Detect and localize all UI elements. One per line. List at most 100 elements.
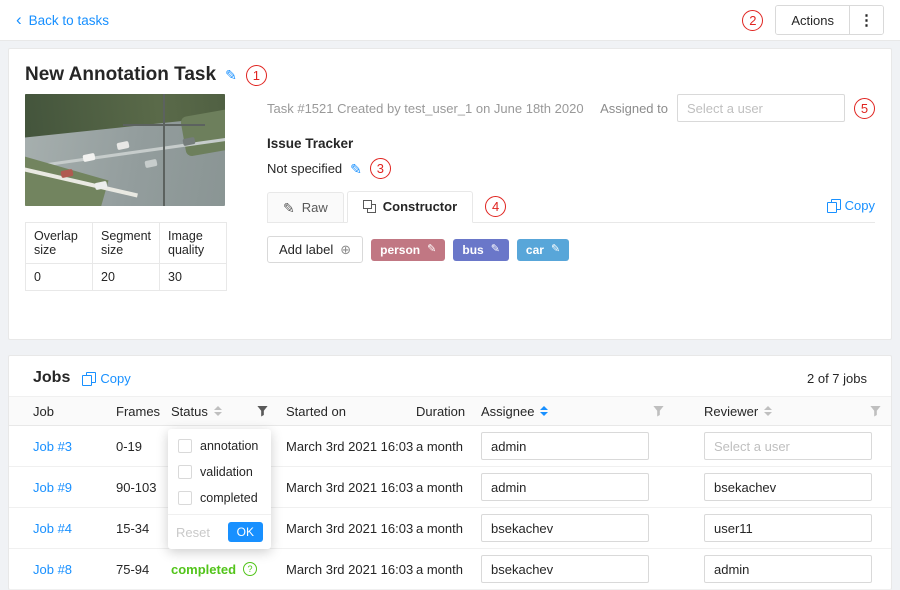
label-chip-car[interactable]: car ✎: [517, 239, 569, 261]
job-started: March 3rd 2021 16:03: [286, 480, 416, 495]
checkbox-icon[interactable]: [178, 491, 192, 505]
filter-option-annotation[interactable]: annotation: [168, 433, 271, 459]
checkbox-icon[interactable]: [178, 439, 192, 453]
task-details-body: Overlap size Segment size Image quality …: [9, 94, 891, 291]
jobs-table-header: Job Frames Status Started on Duration As…: [9, 396, 891, 426]
back-to-tasks-link[interactable]: ‹ Back to tasks: [16, 12, 109, 29]
filter-funnel-icon-status[interactable]: [257, 406, 268, 417]
col-header-assignee-label: Assignee: [481, 404, 534, 419]
sort-icon: [214, 406, 222, 416]
topbar: ‹ Back to tasks 2 Actions ⋮: [0, 0, 900, 41]
col-header-assignee[interactable]: Assignee: [481, 404, 704, 419]
labels-tabbar: ✎ Raw Constructor 4 Copy: [267, 191, 875, 223]
edit-label-icon[interactable]: ✎: [427, 244, 436, 255]
task-right-column: Task #1521 Created by test_user_1 on Jun…: [267, 94, 875, 291]
filter-reset-button[interactable]: Reset: [176, 525, 210, 540]
sort-icon: [764, 406, 772, 416]
preview-car: [144, 159, 157, 168]
task-title-row: New Annotation Task ✎ 1: [9, 49, 891, 94]
vertical-ellipsis-icon: ⋮: [859, 13, 874, 28]
tab-raw[interactable]: ✎ Raw: [267, 192, 344, 222]
edit-label-icon[interactable]: ✎: [551, 244, 560, 255]
labels-editor: ✎ Raw Constructor 4 Copy Add lab: [267, 191, 875, 263]
job-frames: 15-34: [116, 521, 171, 536]
task-details-card: New Annotation Task ✎ 1: [8, 48, 892, 340]
tab-constructor-label: Constructor: [383, 199, 457, 214]
reviewer-input[interactable]: [704, 514, 872, 542]
assignee-input[interactable]: [481, 514, 649, 542]
label-chip-car-name: car: [526, 243, 544, 257]
copy-jobs-button[interactable]: Copy: [82, 371, 130, 386]
task-title: New Annotation Task: [25, 64, 216, 86]
reviewer-input[interactable]: [704, 555, 872, 583]
filter-option-completed[interactable]: completed: [168, 485, 271, 511]
status-filter-dropdown: annotation validation completed Reset OK: [168, 429, 271, 549]
checkbox-icon[interactable]: [178, 465, 192, 479]
reviewer-input[interactable]: [704, 473, 872, 501]
issue-tracker-label: Issue Tracker: [267, 136, 875, 151]
preview-car: [116, 141, 129, 150]
assigned-to-input[interactable]: [677, 94, 845, 122]
param-value-quality: 30: [160, 264, 227, 291]
job-duration: a month: [416, 521, 481, 536]
question-circle-icon[interactable]: ?: [243, 562, 257, 576]
label-chip-person[interactable]: person ✎: [371, 239, 445, 261]
jobs-title: Jobs: [33, 369, 70, 387]
edit-title-icon[interactable]: ✎: [225, 68, 237, 82]
copy-icon: [82, 372, 95, 385]
job-link[interactable]: Job #4: [33, 521, 72, 536]
col-header-duration: Duration: [416, 404, 481, 419]
label-chip-bus-name: bus: [462, 243, 483, 257]
assignee-input[interactable]: [481, 432, 649, 460]
job-status: completed ?: [171, 562, 286, 577]
callout-3: 3: [370, 158, 391, 179]
assignee-input[interactable]: [481, 555, 649, 583]
filter-footer: Reset OK: [168, 514, 271, 549]
job-link[interactable]: Job #8: [33, 562, 72, 577]
reviewer-input[interactable]: [704, 432, 872, 460]
task-preview-image: [25, 94, 225, 206]
edit-label-icon[interactable]: ✎: [491, 244, 500, 255]
copy-labels-button[interactable]: Copy: [827, 198, 875, 222]
col-header-status[interactable]: Status: [171, 404, 286, 419]
job-link[interactable]: Job #3: [33, 439, 72, 454]
col-header-frames: Frames: [116, 404, 171, 419]
copy-labels-label: Copy: [845, 198, 875, 213]
pencil-icon: ✎: [283, 201, 295, 215]
assigned-to-label: Assigned to: [600, 101, 668, 116]
job-started: March 3rd 2021 16:03: [286, 439, 416, 454]
job-link[interactable]: Job #9: [33, 480, 72, 495]
param-value-overlap: 0: [26, 264, 93, 291]
filter-option-validation[interactable]: validation: [168, 459, 271, 485]
job-row: Job #4 15-34 March 3rd 2021 16:03 a mont…: [9, 508, 891, 549]
copy-icon: [827, 199, 840, 212]
jobs-count: 2 of 7 jobs: [807, 371, 867, 386]
jobs-card: Jobs Copy 2 of 7 jobs Job Frames Status …: [8, 355, 892, 590]
job-frames: 0-19: [116, 439, 171, 454]
task-meta-row: Task #1521 Created by test_user_1 on Jun…: [267, 94, 875, 122]
preview-car: [82, 153, 95, 162]
edit-issue-tracker-icon[interactable]: ✎: [350, 162, 362, 176]
actions-button[interactable]: Actions: [776, 6, 849, 34]
issue-tracker-row: Not specified ✎ 3: [267, 158, 875, 179]
label-chip-bus[interactable]: bus ✎: [453, 239, 509, 261]
col-header-reviewer-label: Reviewer: [704, 404, 758, 419]
col-header-reviewer[interactable]: Reviewer: [704, 404, 891, 419]
job-frames: 75-94: [116, 562, 171, 577]
add-label-button[interactable]: Add label ⊕: [267, 236, 363, 263]
filter-funnel-icon-assignee[interactable]: [653, 406, 664, 417]
tab-constructor[interactable]: Constructor: [347, 191, 473, 223]
col-header-started: Started on: [286, 404, 416, 419]
param-header-quality: Image quality: [160, 223, 227, 264]
plus-circle-icon: ⊕: [340, 243, 351, 256]
assigned-to-group: Assigned to 5: [600, 94, 875, 122]
job-row: Job #3 0-19 March 3rd 2021 16:03 a month: [9, 426, 891, 467]
filter-funnel-icon-reviewer[interactable]: [870, 406, 881, 417]
filter-ok-button[interactable]: OK: [228, 522, 263, 542]
more-menu-button[interactable]: ⋮: [849, 6, 883, 34]
job-duration: a month: [416, 439, 481, 454]
sort-icon-active: [540, 406, 548, 416]
callout-4: 4: [485, 196, 506, 217]
constructor-icon: [363, 200, 376, 213]
assignee-input[interactable]: [481, 473, 649, 501]
